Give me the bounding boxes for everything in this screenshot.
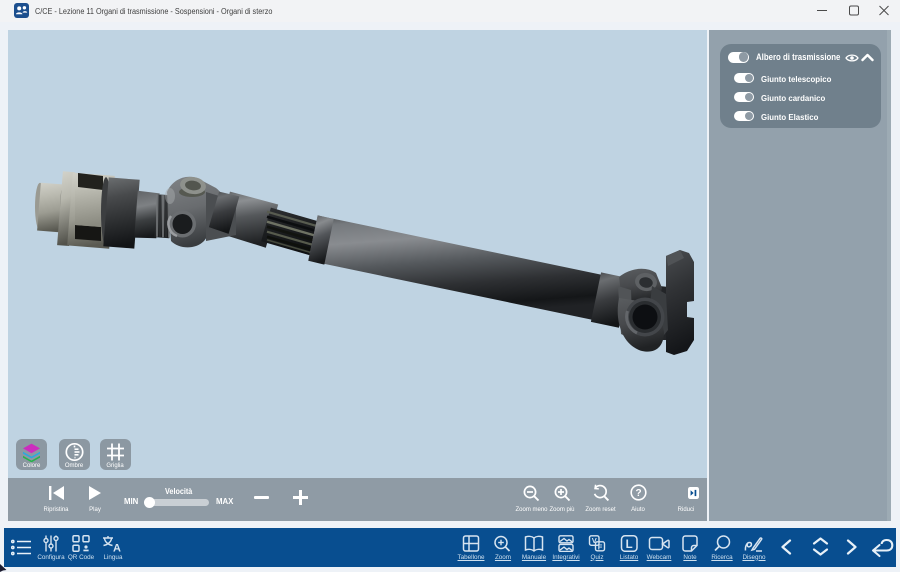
svg-text:A: A: [113, 543, 121, 553]
svg-text:F: F: [598, 542, 603, 551]
svg-text:L: L: [626, 539, 633, 551]
svg-text:V: V: [592, 536, 597, 545]
svg-text:?: ?: [635, 488, 641, 499]
